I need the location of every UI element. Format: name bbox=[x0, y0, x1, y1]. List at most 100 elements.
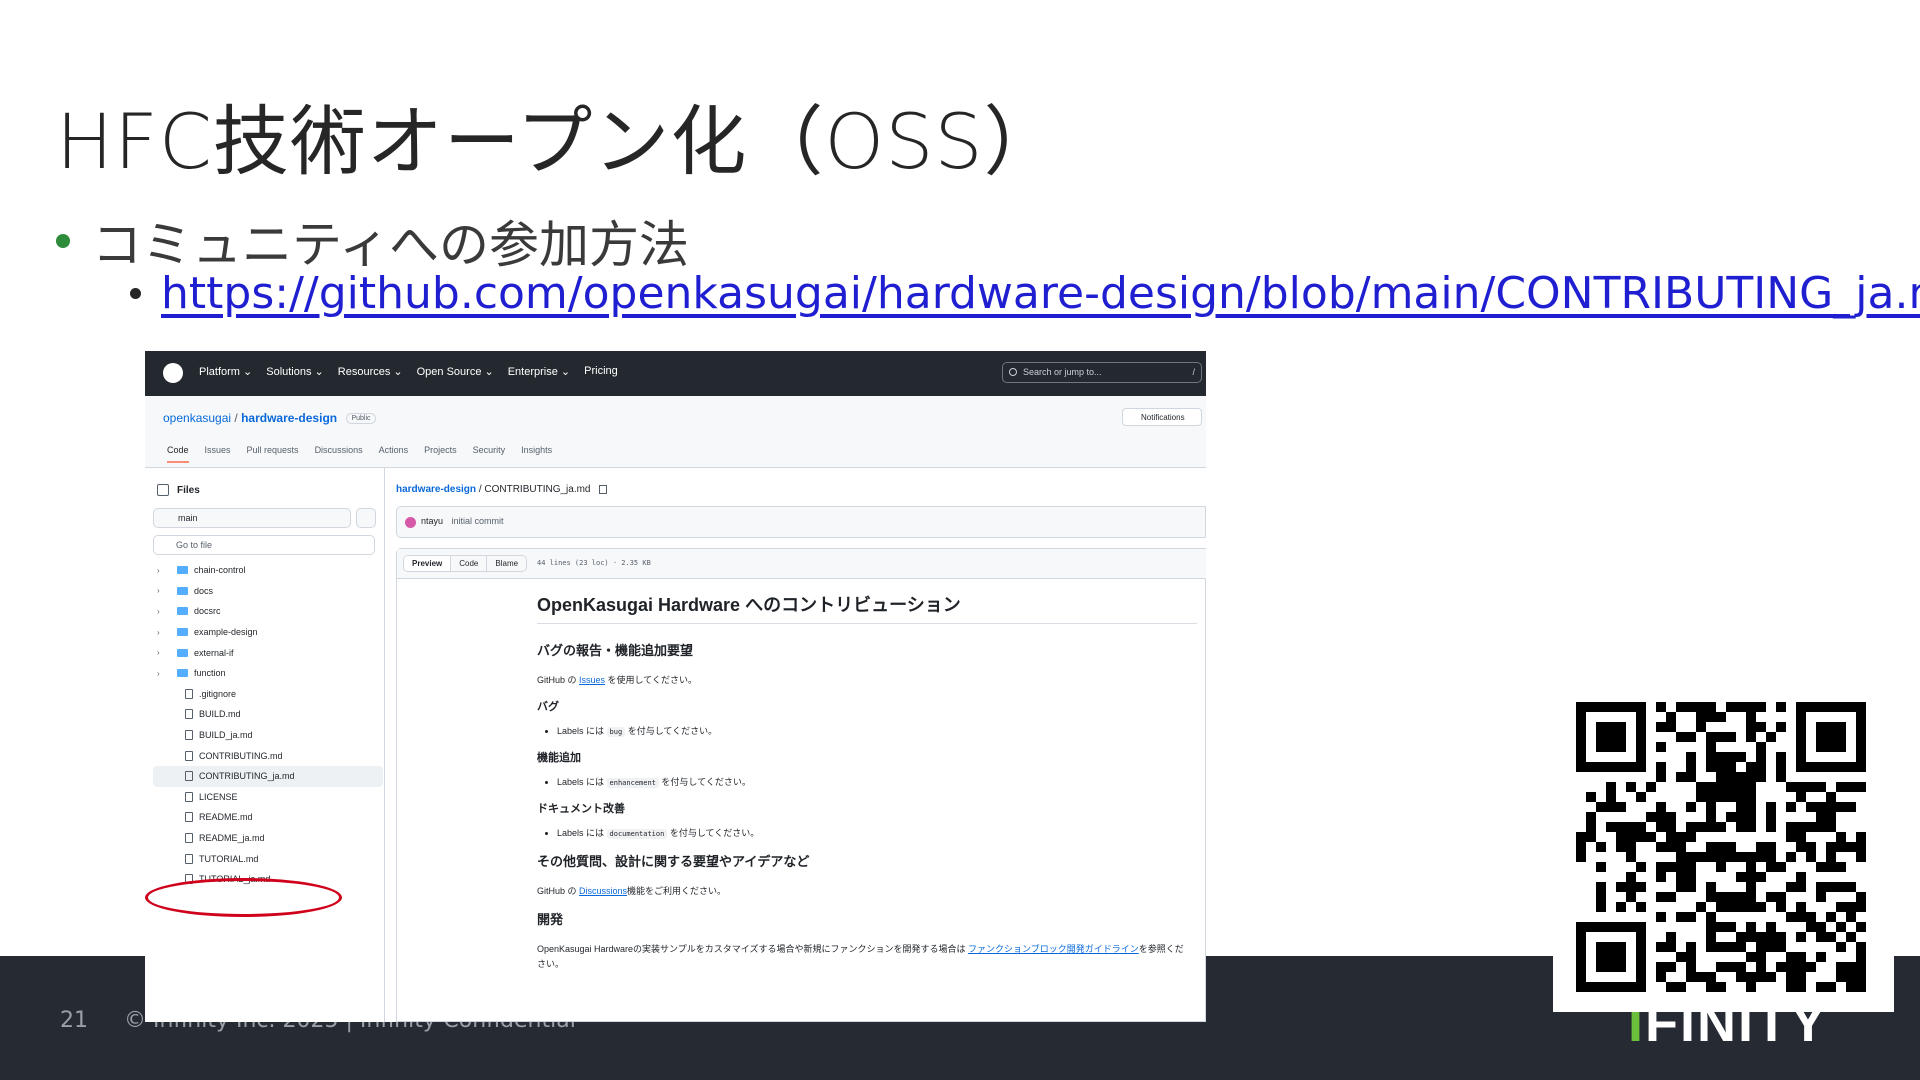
nav-enterprise[interactable]: Enterprise ⌄ bbox=[508, 365, 570, 378]
tab-discussions[interactable]: Discussions bbox=[315, 445, 363, 463]
qr-module bbox=[1716, 942, 1726, 952]
go-to-file-input[interactable]: Go to file bbox=[153, 535, 375, 555]
qr-module bbox=[1606, 782, 1616, 792]
qr-module bbox=[1596, 802, 1606, 812]
copy-path-icon[interactable] bbox=[599, 484, 608, 494]
issues-link[interactable]: Issues bbox=[579, 675, 605, 685]
tree-folder[interactable]: › external-if bbox=[153, 642, 383, 663]
github-search-input[interactable]: Search or jump to... / bbox=[1002, 362, 1202, 383]
qr-module bbox=[1666, 862, 1676, 872]
qr-module bbox=[1636, 902, 1646, 912]
qr-module bbox=[1826, 802, 1836, 812]
tab-preview[interactable]: Preview bbox=[404, 556, 452, 571]
commit-author[interactable]: ntayu bbox=[421, 516, 443, 526]
repo-owner-link[interactable]: openkasugai bbox=[163, 411, 231, 425]
tree-file[interactable]: LICENSE bbox=[153, 787, 383, 808]
tree-file[interactable]: CONTRIBUTING_ja.md bbox=[153, 765, 383, 787]
file-search-button[interactable] bbox=[356, 508, 376, 528]
nav-pricing[interactable]: Pricing bbox=[584, 365, 618, 378]
qr-module bbox=[1736, 892, 1746, 902]
contributing-link[interactable]: https://github.com/openkasugai/hardware-… bbox=[161, 268, 1920, 319]
doc-bug-label-item: Labels には bug を付与してください。 bbox=[557, 724, 1197, 737]
qr-module bbox=[1686, 972, 1696, 982]
function-guide-link[interactable]: ファンクションブロック開発ガイドライン bbox=[968, 944, 1139, 954]
qr-module bbox=[1836, 882, 1846, 892]
chevron-right-icon[interactable]: › bbox=[157, 607, 160, 616]
qr-module bbox=[1736, 852, 1746, 862]
chevron-right-icon[interactable]: › bbox=[157, 669, 160, 678]
tree-file[interactable]: README.md bbox=[153, 807, 383, 828]
tab-blame[interactable]: Blame bbox=[487, 556, 527, 571]
qr-module bbox=[1686, 762, 1696, 772]
tree-file[interactable]: CONTRIBUTING.md bbox=[153, 745, 383, 766]
tree-folder[interactable]: › example-design bbox=[153, 622, 383, 643]
qr-module bbox=[1786, 972, 1796, 982]
qr-module bbox=[1786, 852, 1796, 862]
nav-solutions[interactable]: Solutions ⌄ bbox=[266, 365, 324, 378]
doc-dev-paragraph: OpenKasugai Hardwareの実装サンプルをカスタマイズする場合や新… bbox=[537, 944, 1184, 969]
github-logo-icon[interactable] bbox=[163, 363, 183, 383]
qr-module bbox=[1696, 852, 1706, 862]
avatar[interactable] bbox=[405, 517, 416, 528]
qr-module bbox=[1816, 892, 1826, 902]
qr-module bbox=[1766, 732, 1776, 742]
tab-projects[interactable]: Projects bbox=[424, 445, 457, 463]
qr-module bbox=[1846, 972, 1856, 982]
qr-module bbox=[1756, 872, 1766, 882]
tree-file[interactable]: TUTORIAL.md bbox=[153, 848, 383, 869]
qr-module bbox=[1706, 752, 1716, 762]
chevron-right-icon[interactable]: › bbox=[157, 628, 160, 637]
qr-module bbox=[1686, 832, 1696, 842]
tree-folder[interactable]: › docs bbox=[153, 581, 383, 602]
tree-folder[interactable]: › chain-control bbox=[153, 560, 383, 581]
page-number: 21 bbox=[60, 1008, 88, 1033]
chevron-right-icon[interactable]: › bbox=[157, 586, 160, 595]
qr-module bbox=[1656, 942, 1666, 952]
branch-selector[interactable]: main bbox=[153, 508, 351, 528]
repo-name-link[interactable]: hardware-design bbox=[241, 411, 337, 425]
qr-module bbox=[1766, 862, 1776, 872]
qr-module bbox=[1656, 962, 1666, 972]
qr-module bbox=[1766, 892, 1776, 902]
qr-module bbox=[1596, 882, 1606, 892]
qr-module bbox=[1726, 762, 1736, 772]
qr-module bbox=[1736, 802, 1746, 812]
tab-code[interactable]: Code bbox=[167, 445, 189, 463]
tab-pull-requests[interactable]: Pull requests bbox=[247, 445, 299, 463]
tree-file[interactable]: BUILD.md bbox=[153, 704, 383, 725]
qr-module bbox=[1726, 842, 1736, 852]
qr-module bbox=[1716, 922, 1726, 932]
breadcrumb-repo-link[interactable]: hardware-design bbox=[396, 484, 476, 495]
commit-message[interactable]: initial commit bbox=[452, 516, 504, 526]
tree-folder[interactable]: › docsrc bbox=[153, 601, 383, 622]
tab-security[interactable]: Security bbox=[473, 445, 506, 463]
tab-code-view[interactable]: Code bbox=[451, 556, 488, 571]
sidebar-toggle-icon[interactable] bbox=[157, 484, 169, 496]
chevron-right-icon[interactable]: › bbox=[157, 648, 160, 657]
qr-module bbox=[1656, 842, 1666, 852]
nav-open-source[interactable]: Open Source ⌄ bbox=[417, 365, 494, 378]
qr-module bbox=[1676, 852, 1686, 862]
tab-actions[interactable]: Actions bbox=[379, 445, 409, 463]
nav-resources[interactable]: Resources ⌄ bbox=[338, 365, 403, 378]
qr-module bbox=[1676, 872, 1686, 882]
qr-module bbox=[1746, 972, 1756, 982]
chevron-right-icon[interactable]: › bbox=[157, 566, 160, 575]
qr-module bbox=[1706, 732, 1716, 742]
notifications-button[interactable]: Notifications bbox=[1122, 408, 1202, 426]
tab-issues[interactable]: Issues bbox=[205, 445, 231, 463]
qr-module bbox=[1656, 722, 1666, 732]
tab-insights[interactable]: Insights bbox=[521, 445, 552, 463]
nav-platform[interactable]: Platform ⌄ bbox=[199, 365, 252, 378]
qr-module bbox=[1766, 812, 1776, 822]
tree-file[interactable]: .gitignore bbox=[153, 684, 383, 705]
qr-module bbox=[1686, 962, 1696, 972]
search-shortcut-key: / bbox=[1192, 367, 1195, 377]
qr-module bbox=[1686, 802, 1696, 812]
discussions-link[interactable]: Discussions bbox=[579, 886, 627, 896]
qr-module bbox=[1766, 942, 1776, 952]
tree-file[interactable]: README_ja.md bbox=[153, 828, 383, 849]
tree-folder[interactable]: › function bbox=[153, 663, 383, 684]
qr-module bbox=[1716, 852, 1726, 862]
tree-file[interactable]: BUILD_ja.md bbox=[153, 725, 383, 746]
